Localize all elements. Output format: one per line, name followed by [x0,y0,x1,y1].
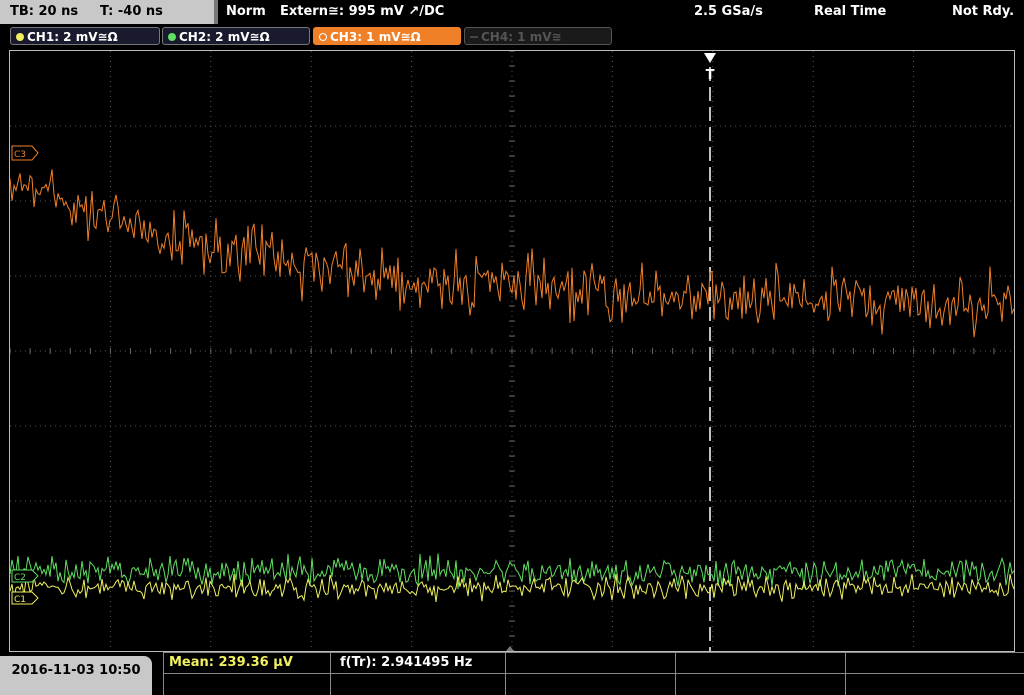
acquisition-status[interactable]: Norm Extern≅: 995 mV ↗/DC 2.5 GSa/s Real… [218,0,1024,24]
sample-rate: 2.5 GSa/s [694,4,763,19]
channel-1-dot-icon [16,33,24,41]
channel-3-label: CH3: 1 mV≅Ω [330,30,421,44]
trigger-offset-label: T: -40 ns [100,4,163,19]
channel-3-offset-marker[interactable]: C3 [11,145,39,161]
center-marker-icon [506,646,514,651]
trigger-status: Not Rdy. [952,4,1015,19]
timebase-label: TB: 20 ns [10,4,79,19]
trigger-mode: Norm [226,4,266,19]
measurement-col-divider [330,652,331,695]
graticule [10,51,1014,651]
mean-measurement: Mean: 239.36 µV [169,655,293,670]
measurement-border-left [163,652,164,695]
channel-1-chip[interactable]: CH1: 2 mV≅Ω [10,27,160,45]
channel-4-label: CH4: 1 mV≅ [481,30,562,44]
bottom-bar: 2016-11-03 10:50 Mean: 239.36 µV f(Tr): … [0,652,1024,695]
measurement-table[interactable]: Mean: 239.36 µV f(Tr): 2.941495 Hz [163,652,1024,695]
channel-3-trace [10,169,1014,338]
channel-bar: CH1: 2 mV≅Ω CH2: 2 mV≅Ω CH3: 1 mV≅Ω CH4:… [0,24,1024,50]
trigger-marker-label: T [706,68,715,83]
channel-3-chip[interactable]: CH3: 1 mV≅Ω [313,27,461,45]
frequency-measurement: f(Tr): 2.941495 Hz [340,655,473,670]
channel-2-label: CH2: 2 mV≅Ω [179,30,270,44]
measurement-row-divider [163,673,1024,674]
acquisition-mode: Real Time [814,4,887,19]
channel-4-dash-icon [470,36,478,38]
measurement-col-divider [505,652,506,695]
date-time-label: 2016-11-03 10:50 [11,663,141,678]
channel-1-trace [10,573,1014,602]
measurement-col-divider [845,652,846,695]
channel-2-chip[interactable]: CH2: 2 mV≅Ω [162,27,310,45]
waveform-plot: T C3 C2 C1 [10,51,1014,651]
top-status-bar: TB: 20 ns T: -40 ns Norm Extern≅: 995 mV… [0,0,1024,24]
channel-3-offset-label: C3 [14,150,26,160]
channel-1-offset-marker[interactable]: C1 [11,591,39,605]
measurement-col-divider [675,652,676,695]
channel-2-offset-label: C2 [14,573,26,583]
trigger-arrow-icon[interactable] [704,53,716,63]
channel-4-chip[interactable]: CH4: 1 mV≅ [464,27,612,45]
channel-1-offset-label: C1 [14,595,26,605]
channel-2-offset-marker[interactable]: C2 [11,569,39,583]
channel-3-dot-icon [319,33,327,41]
date-time-box[interactable]: 2016-11-03 10:50 [0,656,152,695]
trigger-source: Extern≅: 995 mV ↗/DC [280,4,445,19]
timebase-box[interactable]: TB: 20 ns T: -40 ns [0,0,214,24]
channel-2-dot-icon [168,33,176,41]
channel-1-label: CH1: 2 mV≅Ω [27,30,118,44]
